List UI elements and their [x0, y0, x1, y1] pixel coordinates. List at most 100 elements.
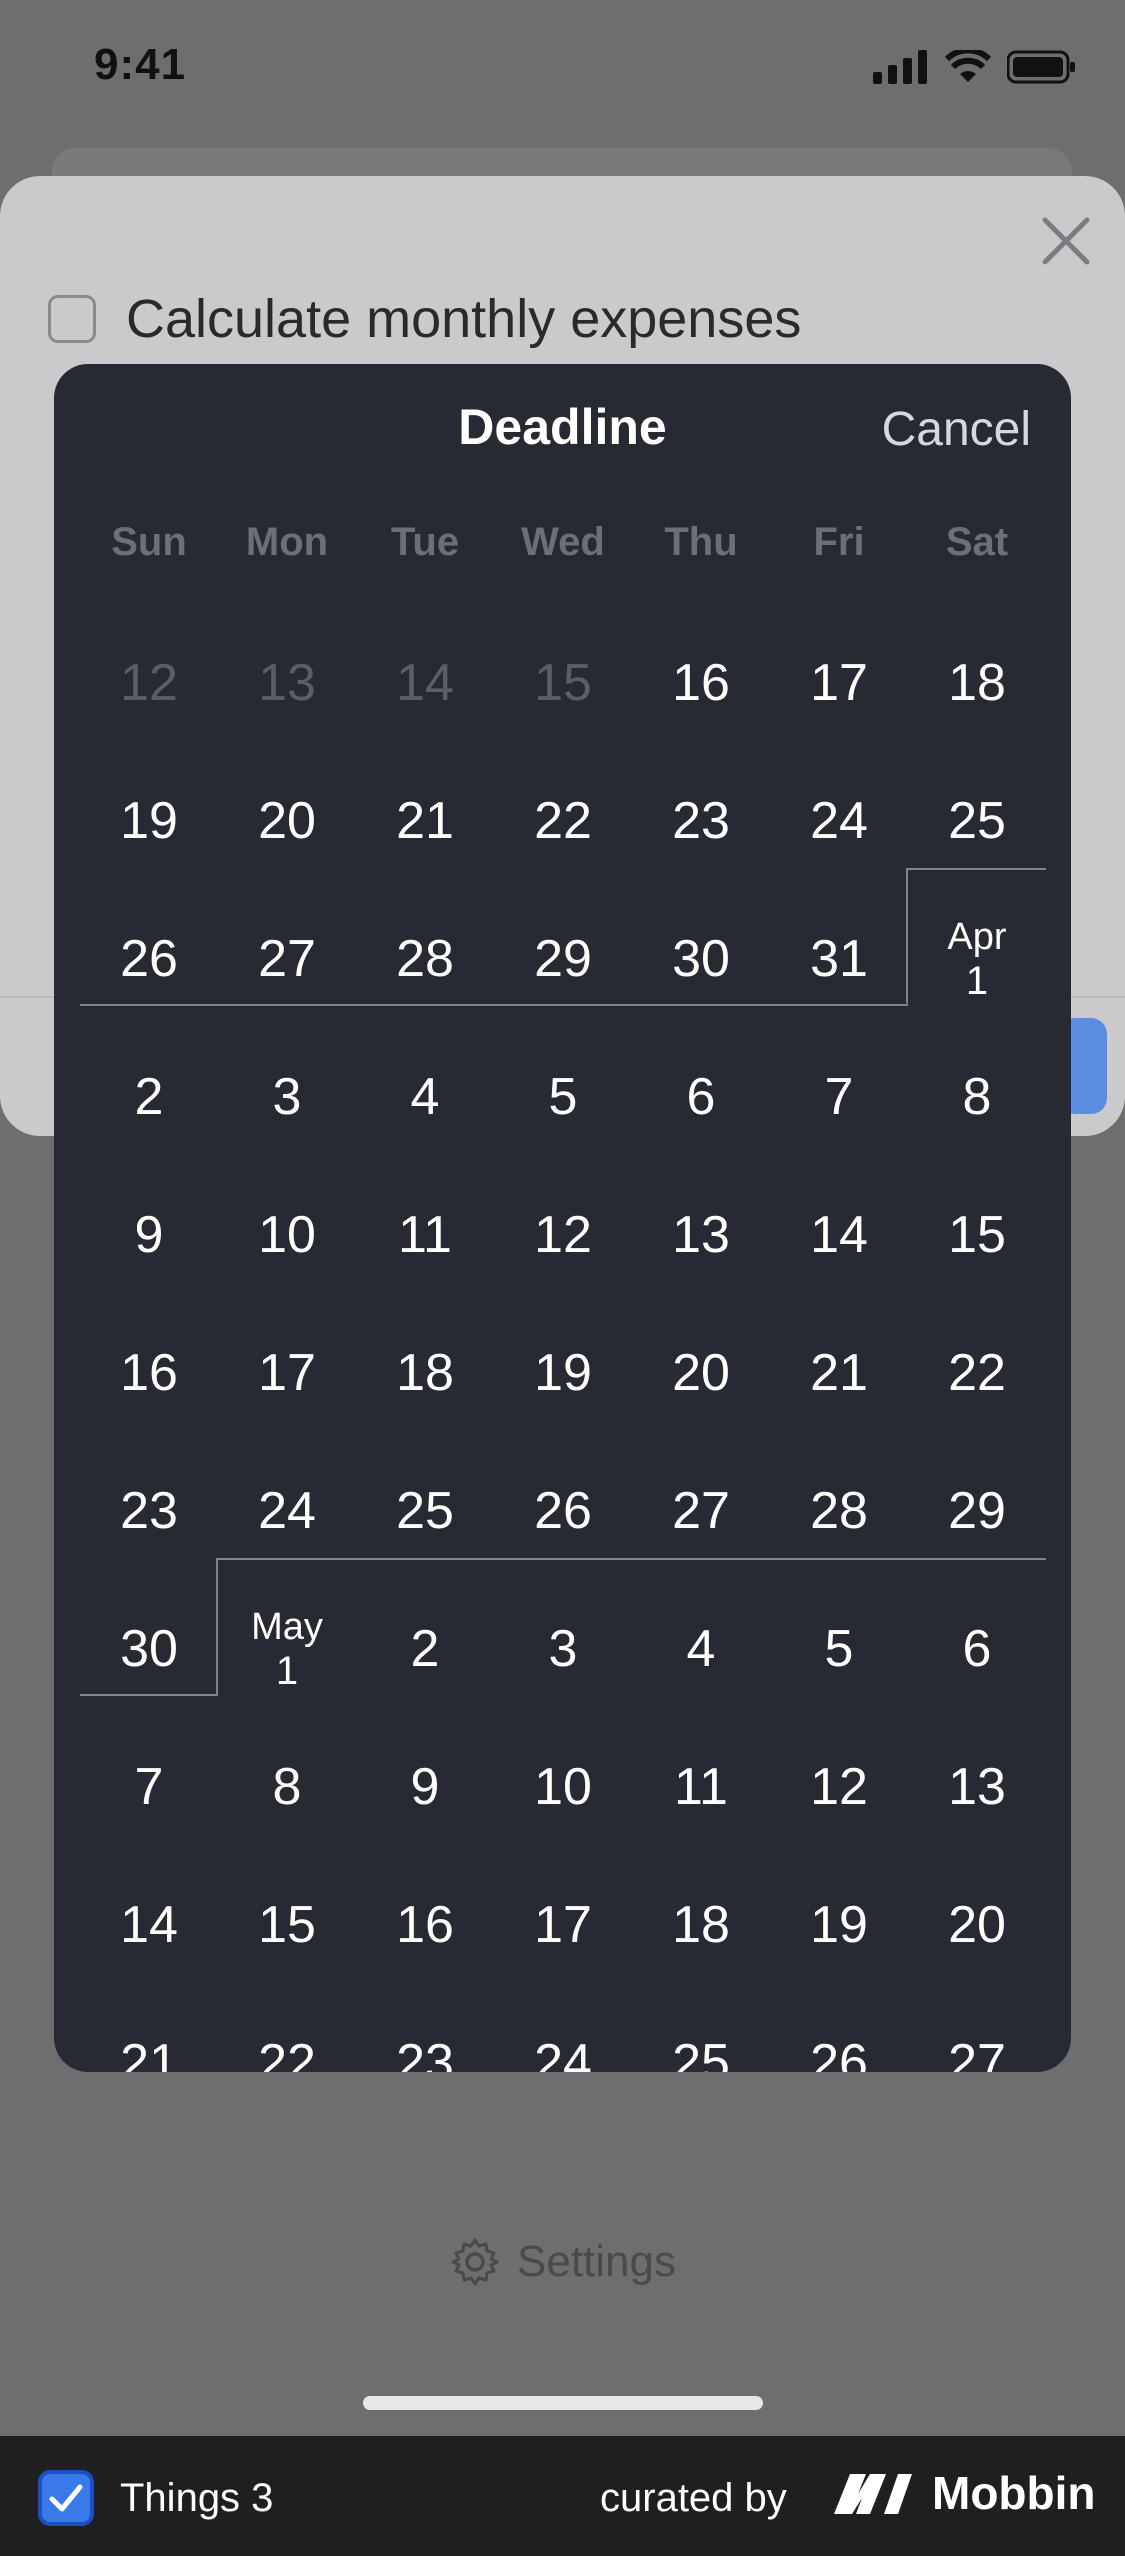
settings-link[interactable]: Settings	[0, 2236, 1125, 2288]
calendar-day[interactable]: 26	[494, 1442, 632, 1580]
calendar-day[interactable]: 4	[356, 1028, 494, 1166]
calendar-day[interactable]: 30	[80, 1580, 218, 1718]
calendar-day[interactable]: 25	[356, 1442, 494, 1580]
calendar-day[interactable]: 19	[770, 1856, 908, 1994]
calendar-day[interactable]: 16	[356, 1856, 494, 1994]
cancel-button[interactable]: Cancel	[882, 402, 1031, 457]
calendar-day[interactable]: 6	[908, 1580, 1046, 1718]
checkmark-icon	[49, 2484, 83, 2512]
calendar-day[interactable]: 16	[80, 1304, 218, 1442]
calendar-day[interactable]: 7	[770, 1028, 908, 1166]
calendar-day[interactable]: 25	[632, 1994, 770, 2072]
calendar-day[interactable]: May 1	[218, 1580, 356, 1718]
mobbin-logo-icon	[834, 2474, 912, 2514]
calendar-day[interactable]: 2	[356, 1580, 494, 1718]
calendar-day[interactable]: 7	[80, 1718, 218, 1856]
calendar-day[interactable]: 14	[80, 1856, 218, 1994]
gear-icon	[451, 2238, 499, 2286]
todo-title[interactable]: Calculate monthly expenses	[126, 288, 801, 350]
calendar-day[interactable]: 19	[494, 1304, 632, 1442]
calendar-day[interactable]: 10	[218, 1166, 356, 1304]
calendar-day[interactable]: 10	[494, 1718, 632, 1856]
calendar-day[interactable]: 29	[494, 890, 632, 1028]
calendar-day[interactable]: 22	[494, 752, 632, 890]
settings-label: Settings	[517, 2237, 676, 2286]
calendar-day[interactable]: 2	[80, 1028, 218, 1166]
calendar-day[interactable]: 14	[770, 1166, 908, 1304]
calendar-day[interactable]: 28	[356, 890, 494, 1028]
calendar-day[interactable]: 11	[632, 1718, 770, 1856]
status-time: 9:41	[94, 40, 187, 89]
calendar-day[interactable]: 14	[356, 614, 494, 752]
calendar-day[interactable]: 24	[770, 752, 908, 890]
calendar-day[interactable]: 22	[908, 1304, 1046, 1442]
wifi-icon	[945, 50, 991, 82]
calendar-day[interactable]: 29	[908, 1442, 1046, 1580]
calendar-day[interactable]: 6	[632, 1028, 770, 1166]
calendar-day[interactable]: 20	[908, 1856, 1046, 1994]
calendar-day[interactable]: 16	[632, 614, 770, 752]
calendar-day[interactable]: 13	[908, 1718, 1046, 1856]
home-indicator[interactable]	[363, 2396, 763, 2410]
calendar-day[interactable]: 17	[770, 614, 908, 752]
calendar-day[interactable]: 30	[632, 890, 770, 1028]
calendar-day[interactable]: 15	[908, 1166, 1046, 1304]
calendar-day[interactable]: 19	[80, 752, 218, 890]
calendar-day[interactable]: 18	[356, 1304, 494, 1442]
calendar-day[interactable]: 5	[494, 1028, 632, 1166]
calendar-day[interactable]: 13	[632, 1166, 770, 1304]
calendar-day[interactable]: 27	[632, 1442, 770, 1580]
calendar-day[interactable]: 12	[770, 1718, 908, 1856]
calendar-day[interactable]: 21	[80, 1994, 218, 2072]
calendar-day[interactable]: 4	[632, 1580, 770, 1718]
calendar-day[interactable]: 17	[494, 1856, 632, 1994]
calendar-day[interactable]: 28	[770, 1442, 908, 1580]
battery-icon	[1007, 50, 1075, 84]
calendar-day[interactable]: 20	[218, 752, 356, 890]
calendar-day[interactable]: 24	[218, 1442, 356, 1580]
calendar-day[interactable]: 9	[356, 1718, 494, 1856]
calendar-day[interactable]: 21	[770, 1304, 908, 1442]
calendar-day[interactable]: 26	[80, 890, 218, 1028]
calendar-day[interactable]: 31	[770, 890, 908, 1028]
calendar-day[interactable]: 15	[218, 1856, 356, 1994]
calendar-day[interactable]: 18	[908, 614, 1046, 752]
calendar-day[interactable]: 18	[632, 1856, 770, 1994]
calendar-day[interactable]: 12	[80, 614, 218, 752]
status-bar: 9:41	[0, 0, 1125, 140]
calendar-day[interactable]: 23	[632, 752, 770, 890]
calendar-day[interactable]: 5	[770, 1580, 908, 1718]
day-number: 1	[275, 1649, 299, 1693]
calendar-day[interactable]: 26	[770, 1994, 908, 2072]
weekday-header: Sun Mon Tue Wed Thu Fri Sat	[80, 520, 1046, 565]
calendar-day[interactable]: 3	[494, 1580, 632, 1718]
calendar-day[interactable]: 27	[908, 1994, 1046, 2072]
calendar-day[interactable]: 9	[80, 1166, 218, 1304]
calendar-day[interactable]: 13	[218, 614, 356, 752]
weekday-label: Fri	[813, 520, 865, 564]
calendar-day[interactable]: 12	[494, 1166, 632, 1304]
month-label: May	[251, 1606, 323, 1648]
calendar-day[interactable]: 22	[218, 1994, 356, 2072]
cellular-signal-icon	[873, 50, 927, 84]
calendar-day[interactable]: 8	[908, 1028, 1046, 1166]
calendar-day[interactable]: 8	[218, 1718, 356, 1856]
calendar-day[interactable]: Apr 1	[908, 890, 1046, 1028]
calendar-day[interactable]: 25	[908, 752, 1046, 890]
calendar-day[interactable]: 20	[632, 1304, 770, 1442]
weekday-label: Tue	[390, 520, 460, 564]
calendar-day[interactable]: 24	[494, 1994, 632, 2072]
calendar-grid: 12 13 14 15 16 17 18 19 20 21 22 23 24 25 26 27 28 29 30 31…	[80, 614, 1046, 2072]
weekday-label: Mon	[245, 520, 329, 564]
calendar-day[interactable]: 17	[218, 1304, 356, 1442]
calendar-day[interactable]: 3	[218, 1028, 356, 1166]
calendar-day[interactable]: 11	[356, 1166, 494, 1304]
close-icon[interactable]	[1041, 216, 1091, 266]
todo-checkbox[interactable]	[48, 295, 96, 343]
calendar-day[interactable]: 23	[80, 1442, 218, 1580]
calendar-day[interactable]: 23	[356, 1994, 494, 2072]
calendar-day[interactable]: 27	[218, 890, 356, 1028]
calendar-day[interactable]: 15	[494, 614, 632, 752]
calendar-day[interactable]: 21	[356, 752, 494, 890]
todo-row: Calculate monthly expenses	[48, 288, 801, 350]
